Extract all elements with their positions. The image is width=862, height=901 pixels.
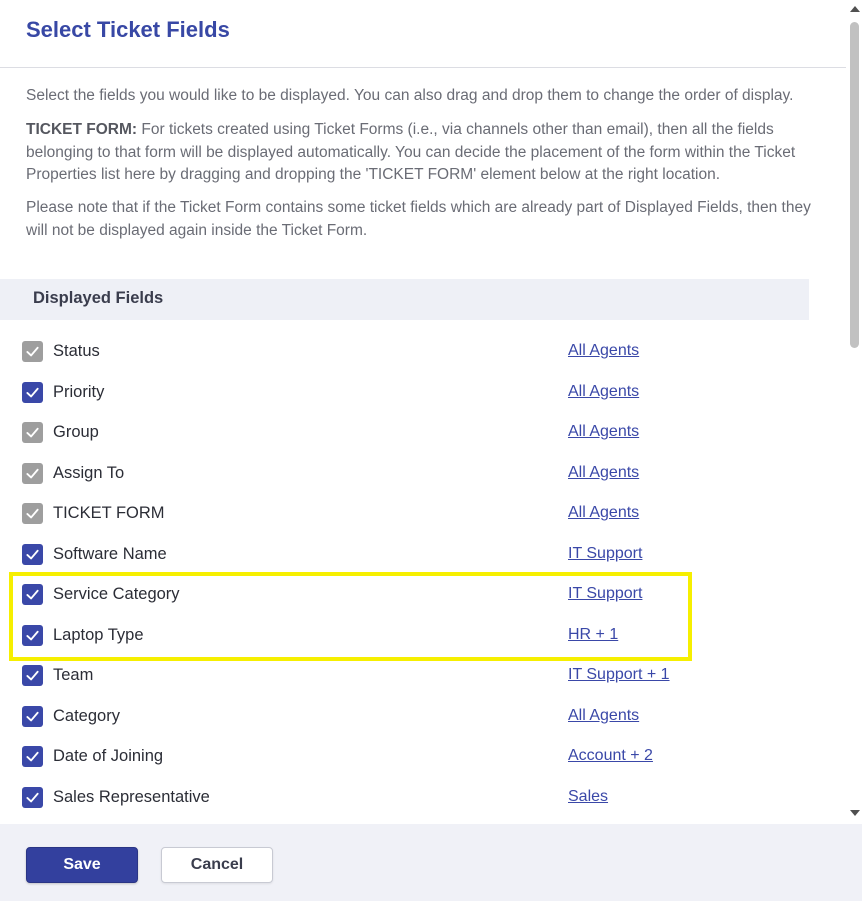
checkmark-icon [26, 346, 39, 357]
field-label: Service Category [53, 585, 180, 603]
checkmark-icon [26, 711, 39, 721]
field-label: Status [53, 342, 100, 360]
field-label: Assign To [53, 463, 125, 482]
field-label: Priority [53, 382, 105, 401]
field-visibility-link[interactable]: All Agents [568, 423, 639, 441]
scroll-down-arrow-icon[interactable] [850, 810, 860, 816]
field-visibility-link[interactable]: All Agents [568, 342, 639, 360]
checkmark-icon [26, 427, 39, 438]
field-row[interactable]: Software Name IT Support [0, 536, 846, 577]
field-label: Date of Joining [53, 747, 164, 765]
field-visibility-link[interactable]: IT Support [568, 545, 642, 563]
scrollbar[interactable] [847, 0, 862, 824]
field-visibility-link[interactable]: HR + 1 [568, 626, 618, 644]
checkmark-icon [26, 630, 39, 640]
field-row[interactable]: Assign To All Agents [0, 455, 846, 496]
field-row[interactable]: Team IT Support + 1 [0, 657, 846, 698]
note-text: Please note that if the Ticket Form cont… [26, 199, 811, 239]
displayed-fields-header: Displayed Fields [0, 279, 809, 320]
field-row[interactable]: Status All Agents [0, 333, 846, 374]
field-label: Team [53, 666, 94, 684]
field-label: Laptop Type [53, 625, 144, 644]
dialog-title: Select Ticket Fields [26, 17, 230, 42]
checkmark-icon [26, 508, 39, 519]
field-checkbox[interactable] [22, 543, 43, 565]
field-row[interactable]: Category All Agents [0, 698, 846, 739]
field-checkbox [22, 341, 43, 362]
field-checkbox[interactable] [22, 665, 43, 686]
field-row[interactable]: Laptop Type HR + 1 [0, 617, 846, 658]
cancel-button[interactable]: Cancel [161, 847, 273, 883]
dialog-footer: Save Cancel [0, 824, 862, 901]
field-visibility-link[interactable]: All Agents [568, 504, 639, 522]
ticket-form-text: TICKET FORM: For tickets created using T… [26, 119, 826, 187]
field-row[interactable]: Service Category IT Support [0, 576, 846, 617]
field-label: TICKET FORM [53, 504, 165, 522]
select-ticket-fields-dialog: Select Ticket Fields Select the fields y… [0, 0, 862, 901]
scroll-up-arrow-icon[interactable] [850, 6, 860, 12]
field-checkbox [22, 503, 43, 524]
checkmark-icon [26, 751, 39, 762]
ticket-form-label: TICKET FORM: [26, 121, 138, 138]
scroll-thumb[interactable] [850, 22, 859, 348]
field-visibility-link[interactable]: Sales [568, 788, 608, 806]
field-visibility-link[interactable]: Account + 2 [568, 747, 653, 765]
field-label: Sales Representative [53, 787, 210, 806]
field-checkbox[interactable] [22, 381, 43, 403]
field-row[interactable]: TICKET FORM All Agents [0, 495, 846, 536]
field-row[interactable]: Group All Agents [0, 414, 846, 455]
dialog-header: Select Ticket Fields [0, 0, 846, 68]
field-label: Category [53, 706, 120, 725]
checkmark-icon [26, 670, 39, 681]
displayed-fields-list: Status All Agents Priority All Agents Group A… [0, 333, 846, 819]
field-row[interactable]: Date of Joining Account + 2 [0, 738, 846, 779]
field-checkbox [22, 422, 43, 443]
field-visibility-link[interactable]: IT Support + 1 [568, 666, 670, 684]
field-checkbox[interactable] [22, 786, 43, 808]
field-checkbox[interactable] [22, 746, 43, 767]
field-visibility-link[interactable]: IT Support [568, 585, 642, 603]
checkmark-icon [26, 549, 39, 559]
field-visibility-link[interactable]: All Agents [568, 383, 639, 401]
ticket-form-description: For tickets created using Ticket Forms (… [26, 121, 796, 183]
field-visibility-link[interactable]: All Agents [568, 464, 639, 482]
field-label: Software Name [53, 544, 167, 563]
field-label: Group [53, 423, 99, 441]
field-visibility-link[interactable]: All Agents [568, 707, 639, 725]
dialog-content[interactable]: Select the fields you would like to be d… [0, 68, 846, 824]
field-row[interactable]: Sales Representative Sales [0, 779, 846, 820]
field-checkbox[interactable] [22, 705, 43, 727]
checkmark-icon [26, 792, 39, 802]
field-checkbox[interactable] [22, 584, 43, 605]
field-checkbox[interactable] [22, 624, 43, 646]
field-row[interactable]: Priority All Agents [0, 374, 846, 415]
field-checkbox [22, 462, 43, 484]
section-title: Displayed Fields [33, 289, 164, 307]
checkmark-icon [26, 387, 39, 397]
checkmark-icon [26, 468, 39, 478]
intro-text: Select the fields you would like to be d… [26, 87, 794, 104]
save-button[interactable]: Save [26, 847, 138, 883]
checkmark-icon [26, 589, 39, 600]
